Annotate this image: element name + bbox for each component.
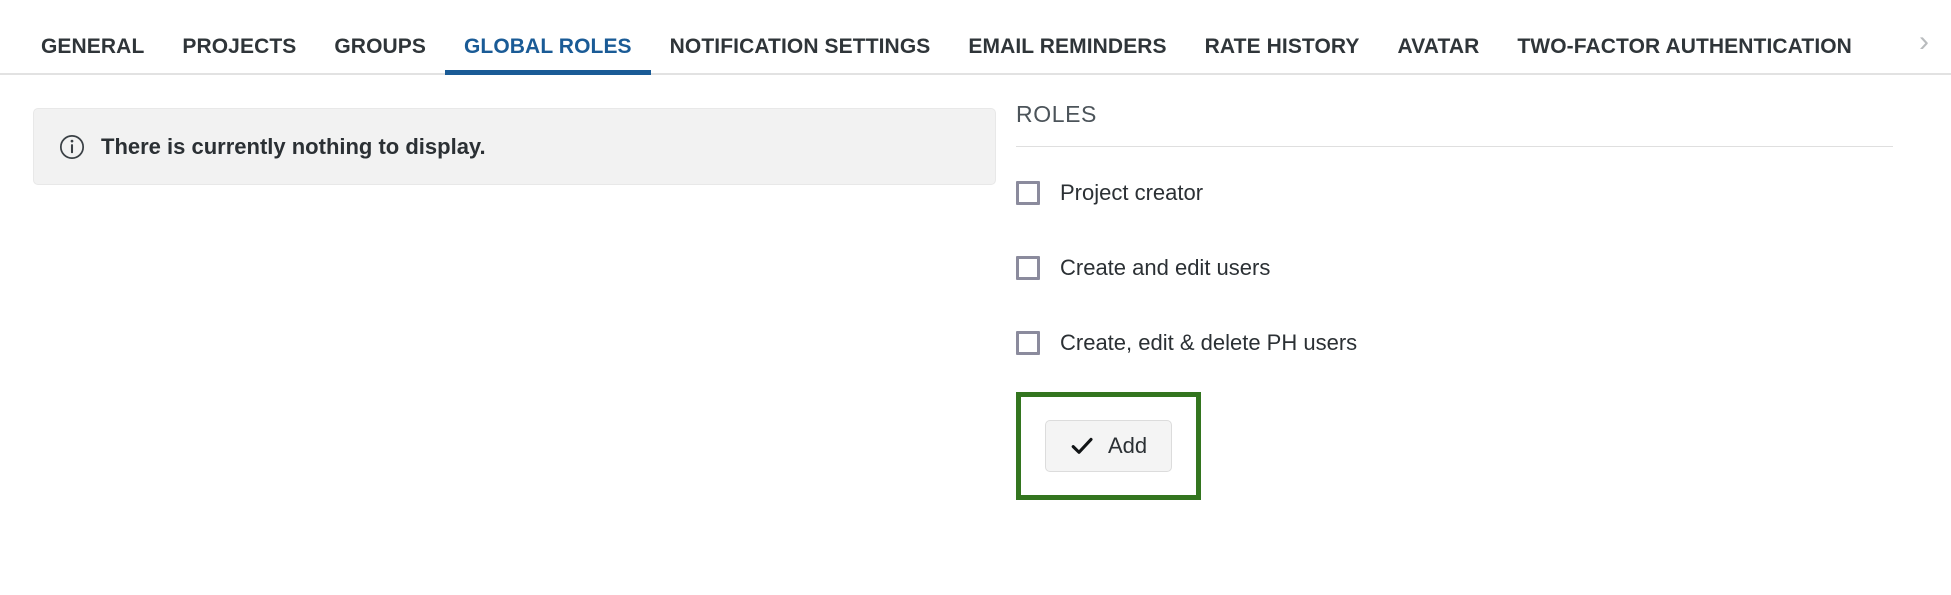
tab-label: GLOBAL ROLES	[464, 35, 632, 58]
add-button[interactable]: Add	[1045, 420, 1172, 472]
checkbox-label: Create, edit & delete PH users	[1060, 332, 1357, 354]
tab-rate-history[interactable]: RATE HISTORY	[1186, 36, 1379, 73]
tab-general[interactable]: GENERAL	[22, 36, 163, 73]
tab-avatar[interactable]: AVATAR	[1379, 36, 1499, 73]
checkmark-icon	[1070, 434, 1094, 458]
info-circle-icon	[59, 134, 85, 160]
tab-label: TWO-FACTOR AUTHENTICATION	[1517, 35, 1852, 58]
tab-label: RATE HISTORY	[1205, 35, 1360, 58]
tab-bar: GENERAL PROJECTS GROUPS GLOBAL ROLES NOT…	[0, 0, 1951, 75]
tab-global-roles[interactable]: GLOBAL ROLES	[445, 36, 651, 73]
tab-projects[interactable]: PROJECTS	[163, 36, 315, 73]
roles-section-title: ROLES	[1016, 101, 1911, 146]
tab-label: PROJECTS	[182, 35, 296, 58]
tab-notification-settings[interactable]: NOTIFICATION SETTINGS	[651, 36, 950, 73]
checkbox-label: Create and edit users	[1060, 257, 1270, 279]
tab-groups[interactable]: GROUPS	[315, 36, 445, 73]
checkbox-create-edit-delete-ph-users[interactable]	[1016, 331, 1040, 355]
page-content: There is currently nothing to display. R…	[0, 75, 1951, 500]
tab-label: EMAIL REMINDERS	[968, 35, 1166, 58]
checkbox-row-create-edit-delete-ph-users[interactable]: Create, edit & delete PH users	[1016, 305, 1357, 380]
tab-label: GENERAL	[41, 35, 144, 58]
checkbox-row-project-creator[interactable]: Project creator	[1016, 155, 1203, 230]
checkbox-create-and-edit-users[interactable]	[1016, 256, 1040, 280]
tab-label: GROUPS	[334, 35, 426, 58]
tab-two-factor-authentication[interactable]: TWO-FACTOR AUTHENTICATION	[1498, 36, 1871, 73]
add-button-label: Add	[1108, 435, 1147, 457]
tab-label: NOTIFICATION SETTINGS	[670, 35, 931, 58]
tab-email-reminders[interactable]: EMAIL REMINDERS	[949, 36, 1185, 73]
tab-label: AVATAR	[1398, 35, 1480, 58]
empty-state-message: There is currently nothing to display.	[101, 134, 486, 160]
empty-state-panel: There is currently nothing to display.	[33, 108, 996, 185]
checkbox-label: Project creator	[1060, 182, 1203, 204]
left-column: There is currently nothing to display.	[0, 75, 1000, 185]
chevron-right-icon[interactable]: ›	[1897, 27, 1951, 73]
checkbox-row-create-and-edit-users[interactable]: Create and edit users	[1016, 230, 1270, 305]
add-button-highlight: Add	[1016, 392, 1201, 500]
roles-section-divider	[1016, 146, 1893, 147]
roles-column: ROLES Project creator Create and edit us…	[1000, 75, 1951, 500]
checkbox-project-creator[interactable]	[1016, 181, 1040, 205]
